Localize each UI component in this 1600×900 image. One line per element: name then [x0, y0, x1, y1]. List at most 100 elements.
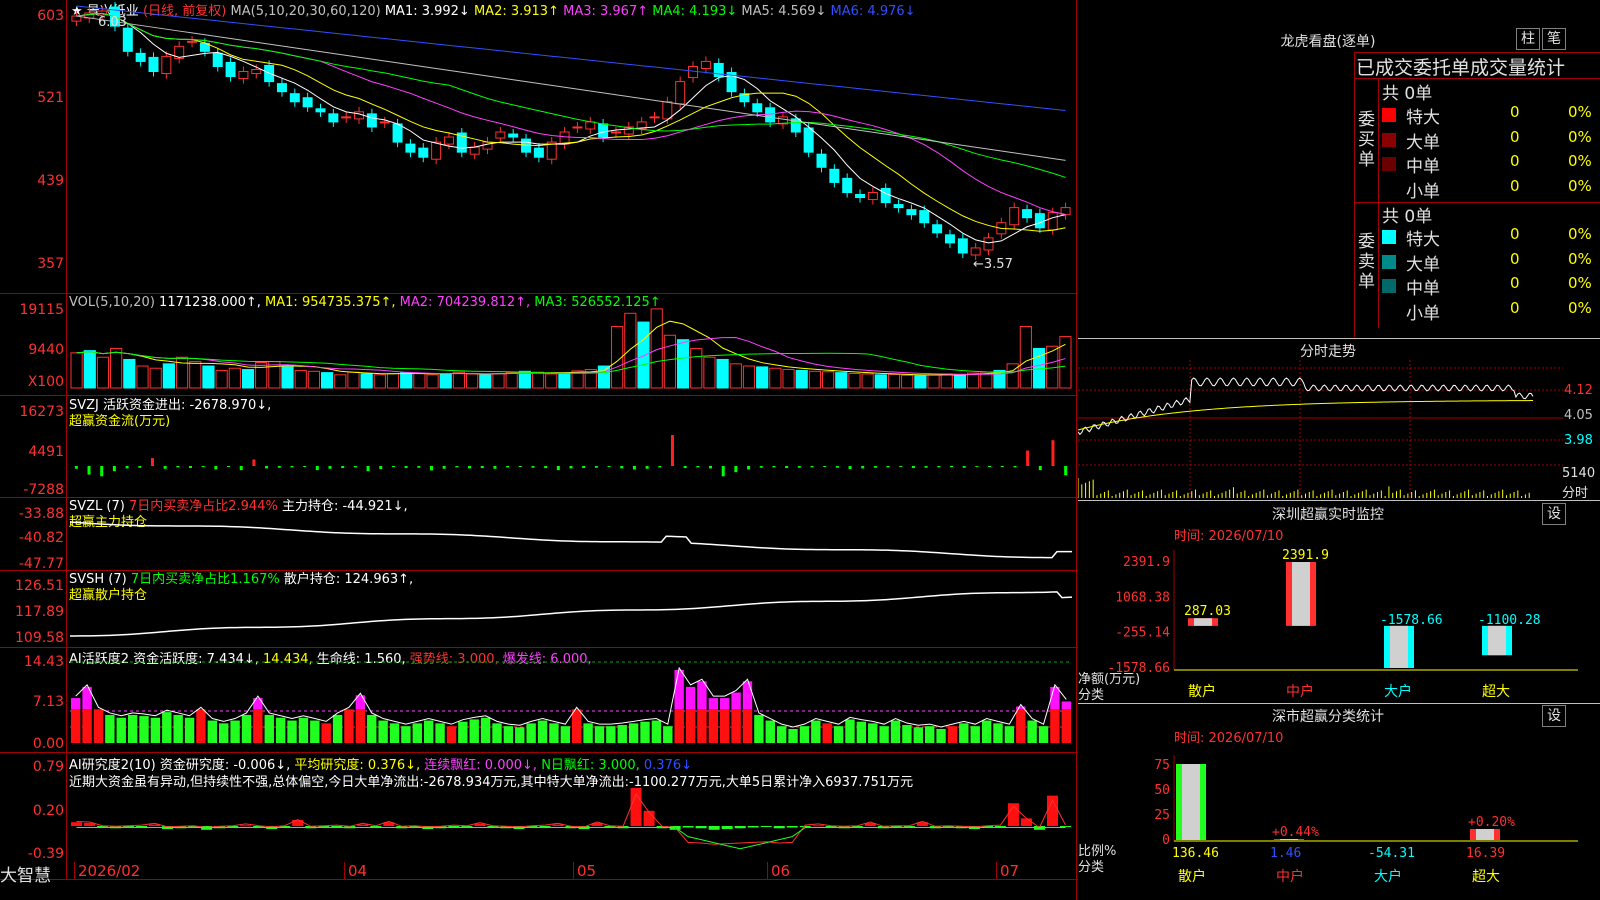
ai1-bar — [1038, 726, 1049, 743]
order-row-name: 中单 — [1406, 157, 1440, 177]
vol-bar — [189, 361, 202, 389]
monitor-settings-button[interactable]: 设 — [1542, 503, 1566, 525]
candle-body — [1047, 212, 1058, 231]
ai1-bar — [412, 723, 422, 743]
stat-bar-highlight — [1476, 829, 1494, 840]
candle-body — [225, 61, 236, 78]
ai1-bar-red — [355, 709, 366, 743]
candle-body — [932, 224, 943, 234]
order-row-value: 0 — [1510, 127, 1520, 146]
ai1-bar — [264, 714, 274, 743]
bar-mode-button[interactable]: 柱 — [1516, 28, 1540, 50]
monitor-y-label: -255.14 — [1115, 626, 1170, 641]
ai1-bar — [173, 714, 183, 743]
ai1-bar-magenta — [731, 692, 741, 710]
candle-body — [289, 93, 300, 103]
svzj-bar — [353, 466, 357, 468]
ai1-bar — [1027, 720, 1037, 743]
buy-orders-label: 委买单 — [1358, 110, 1375, 170]
vol-bar — [940, 373, 953, 389]
monitor-bar-group — [1188, 618, 1218, 626]
ai1-bar — [423, 720, 434, 743]
order-row-value: 0 — [1510, 274, 1520, 292]
vol-bar — [162, 363, 175, 389]
buy-total: 共 0单 — [1382, 84, 1433, 104]
candle-body — [443, 136, 454, 145]
left-chart-area[interactable]: 603 521 439 357 19115 9440 16273 4491 -7288 -33.8… — [0, 0, 1078, 900]
tick-mode-button[interactable]: 笔 — [1542, 28, 1566, 50]
ai1-line — [75, 666, 1067, 728]
svzj-bar — [429, 466, 433, 471]
vol-bar — [927, 374, 940, 389]
ma-line-4 — [76, 15, 1066, 161]
ai1-bar-red — [742, 709, 753, 743]
ai1-bar — [981, 720, 992, 743]
svzj-bar — [556, 466, 560, 471]
ai2-bar — [71, 822, 83, 826]
vol-bar — [149, 367, 162, 389]
candle-body — [187, 40, 198, 43]
vol-bar — [716, 358, 729, 389]
ai2-bar — [331, 826, 343, 827]
candle-body — [598, 123, 609, 138]
stat-pct-label: +0.20% — [1468, 815, 1515, 830]
monitor-cat-label: 散户 — [1188, 683, 1216, 700]
order-row-pct: 0% — [1568, 152, 1592, 170]
candle-body — [302, 97, 313, 108]
vol-bar — [663, 334, 676, 389]
vol-bar — [96, 356, 110, 389]
vol-bar — [676, 339, 690, 389]
monitor-bar-label: -1578.66 — [1380, 613, 1443, 628]
vol-bar — [835, 372, 848, 389]
ai1-bar — [947, 726, 958, 743]
candle-body — [867, 191, 878, 201]
stat-cat-label: 大户 — [1374, 868, 1402, 885]
candle-body — [688, 65, 699, 79]
candle-body — [816, 153, 827, 168]
ai1-bar — [435, 723, 445, 743]
ai1-bar — [799, 726, 810, 743]
svzj-bar — [455, 466, 459, 468]
intraday-title: 分时走势 — [1300, 344, 1356, 360]
stat-data-label: 136.46 — [1172, 846, 1219, 861]
ai1-bar — [230, 720, 240, 743]
ai1-bar — [492, 723, 502, 743]
ai2-bar — [682, 826, 694, 828]
order-row-value: 0 — [1510, 225, 1520, 243]
ai1-bar — [480, 717, 491, 743]
svzj-bar — [823, 466, 827, 468]
ma-line-2 — [76, 12, 1066, 216]
svzj-bar — [277, 466, 281, 468]
ai2-bar — [643, 810, 655, 826]
vol-bar — [505, 372, 518, 389]
order-row-pct: 0% — [1568, 127, 1592, 146]
candle-body — [469, 146, 480, 155]
ai1-bar — [287, 720, 297, 743]
intraday-chart[interactable] — [1078, 360, 1600, 500]
svzj-bar — [962, 466, 966, 468]
svzj-bar — [709, 466, 713, 469]
order-row-pct: 0% — [1568, 176, 1592, 195]
svzj-bar — [620, 466, 624, 469]
ai1-bar — [833, 726, 844, 743]
order-color-square — [1382, 132, 1396, 147]
svzj-bar — [506, 466, 510, 468]
ai1-bar — [788, 728, 798, 743]
monitor-bar-highlight — [1390, 625, 1408, 668]
order-row-pct: 0% — [1568, 298, 1592, 317]
candle-body — [649, 116, 660, 119]
svzj-bar — [328, 466, 332, 469]
ai1-bar — [310, 720, 320, 743]
monitor-y-label: 2391.9 — [1123, 555, 1170, 570]
intraday-label-1: 4.12 — [1564, 383, 1593, 398]
stat-settings-button[interactable]: 设 — [1542, 705, 1566, 727]
svzj-bar — [176, 466, 180, 468]
intraday-price-line — [1078, 377, 1534, 436]
ma-line-1 — [76, 12, 1066, 232]
ai1-bar-red — [708, 709, 719, 743]
ai1-bar — [515, 727, 525, 743]
svzj-bar — [125, 466, 129, 469]
svzj-bar — [442, 466, 446, 469]
vol-bar — [545, 373, 558, 389]
vol-bar — [703, 356, 716, 389]
